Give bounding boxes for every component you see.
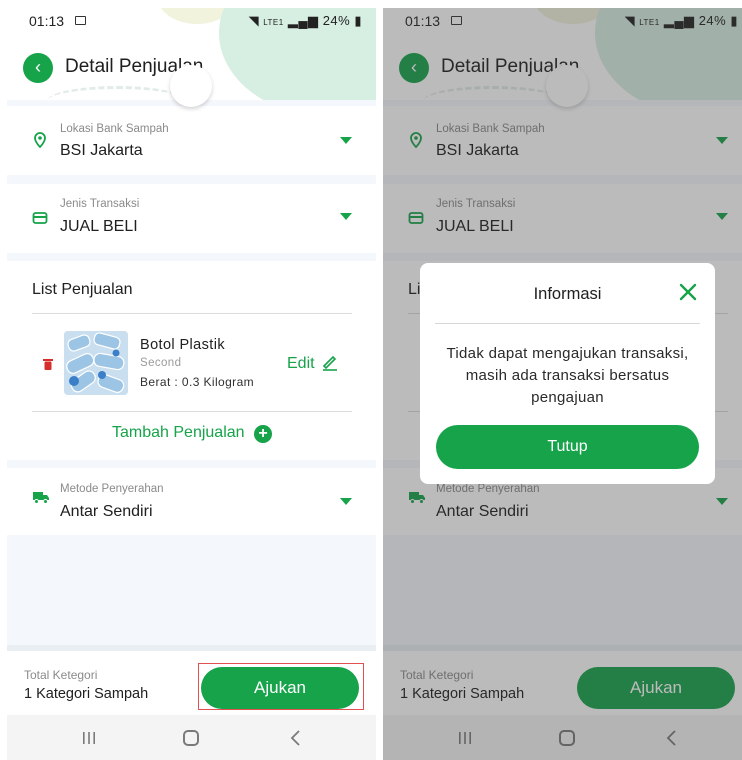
plus-circle-icon[interactable]: +: [254, 425, 272, 443]
back-button[interactable]: ‹: [23, 53, 53, 83]
location-label: Lokasi Bank Sampah: [60, 123, 169, 135]
chevron-left-icon: ‹: [35, 57, 41, 77]
location-value: BSI Jakarta: [60, 142, 143, 159]
edit-item-link[interactable]: Edit: [287, 355, 315, 373]
transaction-value: JUAL BELI: [60, 218, 138, 235]
phone-screen-after: 01:13 ◥ LTE1 ▂▄▆ 24% ▮ ‹ Detail Penjuala…: [383, 8, 742, 760]
total-category-label: Total Ketegori: [24, 668, 98, 682]
item-thumbnail: [64, 331, 128, 395]
location-field[interactable]: Lokasi Bank Sampah BSI Jakarta: [7, 106, 376, 175]
add-sale-link[interactable]: Tambah Penjualan: [112, 424, 245, 442]
credit-card-icon: [32, 212, 48, 224]
pencil-icon[interactable]: [321, 353, 339, 371]
divider: [32, 411, 352, 412]
transaction-field[interactable]: Jenis Transaksi JUAL BELI: [7, 184, 376, 253]
dialog-title: Informasi: [533, 285, 602, 303]
item-condition: Second: [140, 357, 182, 369]
status-indicators: ◥ LTE1 ▂▄▆ 24% ▮: [249, 13, 362, 29]
sales-list-title: List Penjualan: [32, 281, 133, 298]
dialog-message: Tidak dapat mengajukan transaksi, masih …: [446, 345, 689, 406]
header-circle-badge: [170, 65, 212, 107]
highlight-box: [198, 663, 364, 710]
status-time: 01:13: [29, 13, 65, 29]
item-weight: Berat : 0.3 Kilogram: [140, 375, 255, 389]
system-nav-bar: [7, 715, 376, 760]
battery-icon: ▮: [354, 13, 362, 28]
handover-value: Antar Sendiri: [60, 503, 153, 520]
item-name: Botol Plastik: [140, 337, 225, 353]
network-label: LTE1: [263, 18, 284, 27]
wifi-icon: ◥: [248, 13, 260, 28]
dialog-divider: [435, 323, 700, 324]
sales-list-card: List Penjualan: [7, 261, 376, 460]
caret-down-icon: [340, 213, 352, 220]
handover-field[interactable]: Metode Penyerahan Antar Sendiri: [7, 468, 376, 535]
signal-icon: ▂▄▆: [287, 13, 319, 28]
screenshot-stage: 01:13 ◥ LTE1 ▂▄▆ 24% ▮ ‹ Detail Penjuala…: [0, 0, 742, 760]
transaction-label: Jenis Transaksi: [60, 198, 140, 210]
home-icon[interactable]: [183, 730, 199, 746]
bottom-action-bar: Total Ketegori 1 Kategori Sampah Ajukan: [7, 645, 376, 715]
trash-icon[interactable]: [43, 358, 53, 370]
total-category-value: 1 Kategori Sampah: [24, 686, 149, 702]
back-nav-icon[interactable]: [287, 729, 305, 747]
decor-arc: [47, 86, 187, 100]
divider: [32, 313, 352, 314]
caret-down-icon: [340, 498, 352, 505]
plastic-bottles-image: [64, 331, 128, 395]
gallery-icon: [75, 16, 86, 25]
status-bar: 01:13 ◥ LTE1 ▂▄▆ 24% ▮: [7, 8, 376, 34]
info-dialog: Informasi Tidak dapat mengajukan transak…: [420, 263, 715, 484]
close-icon[interactable]: [677, 281, 699, 303]
handover-label: Metode Penyerahan: [60, 483, 164, 495]
recent-apps-icon[interactable]: [81, 731, 97, 745]
caret-down-icon: [340, 137, 352, 144]
location-pin-icon: [34, 132, 46, 148]
battery-percent: 24%: [322, 13, 351, 28]
delivery-truck-icon: [33, 492, 49, 504]
phone-screen-before: 01:13 ◥ LTE1 ▂▄▆ 24% ▮ ‹ Detail Penjuala…: [7, 8, 376, 760]
close-dialog-button[interactable]: Tutup: [436, 425, 699, 469]
